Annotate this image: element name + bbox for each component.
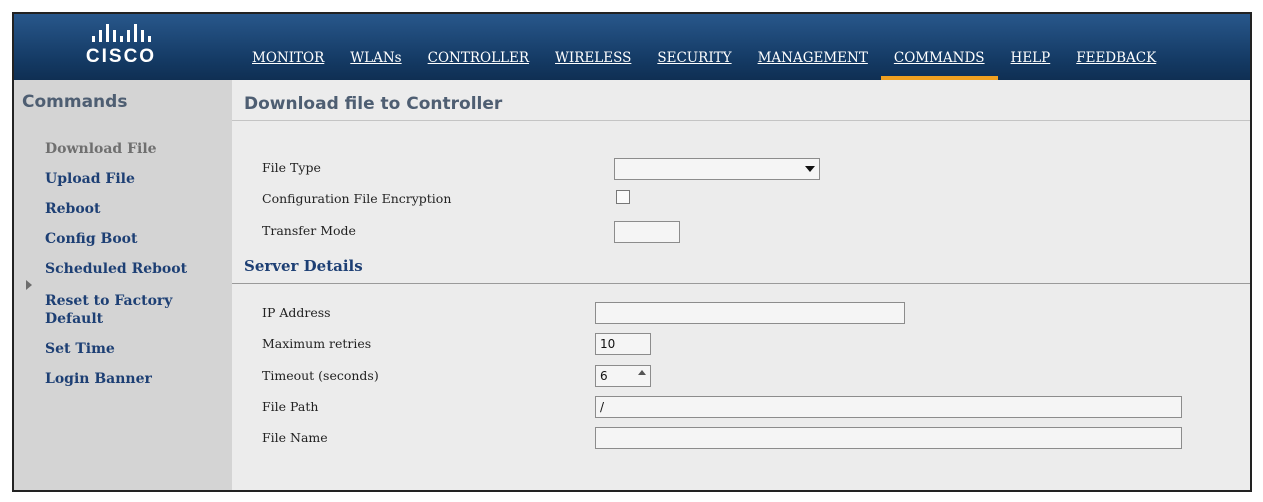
top-header: CISCO MONITOR WLANs CONTROLLER WIRELESS … — [14, 14, 1250, 80]
sidebar-title: Commands — [22, 92, 128, 112]
section-divider — [232, 283, 1250, 284]
sidebar-item-download-file[interactable]: Download File — [45, 140, 220, 158]
file-path-input[interactable]: / — [595, 396, 1182, 418]
max-retries-label: Maximum retries — [262, 336, 372, 351]
file-path-label: File Path — [262, 399, 319, 414]
file-name-label: File Name — [262, 430, 328, 445]
ip-address-input[interactable] — [595, 302, 905, 324]
sidebar: Commands Download File Upload File Reboo… — [14, 80, 232, 490]
spin-up-icon[interactable] — [638, 370, 646, 375]
cisco-logo[interactable]: CISCO — [76, 22, 166, 76]
config-encryption-checkbox[interactable] — [616, 190, 630, 204]
nav-wireless[interactable]: WIRELESS — [542, 48, 644, 80]
nav-security[interactable]: SECURITY — [644, 48, 744, 80]
chevron-down-icon — [805, 166, 815, 172]
title-divider — [232, 120, 1250, 121]
sidebar-item-login-banner[interactable]: Login Banner — [45, 370, 220, 388]
sidebar-item-reboot[interactable]: Reboot — [45, 200, 220, 218]
main-nav: MONITOR WLANs CONTROLLER WIRELESS SECURI… — [239, 48, 1169, 80]
app-window: CISCO MONITOR WLANs CONTROLLER WIRELESS … — [12, 12, 1252, 492]
sidebar-item-upload-file[interactable]: Upload File — [45, 170, 220, 188]
sidebar-item-scheduled-reboot[interactable]: Scheduled Reboot — [45, 260, 220, 278]
nav-wlans[interactable]: WLANs — [337, 48, 414, 80]
sidebar-item-set-time[interactable]: Set Time — [45, 340, 220, 358]
transfer-mode-select[interactable] — [614, 221, 680, 243]
file-type-label: File Type — [262, 160, 321, 175]
ip-address-label: IP Address — [262, 305, 331, 320]
cisco-bridge-logo-icon — [76, 22, 166, 42]
main-content: Download file to Controller File Type Co… — [232, 80, 1250, 490]
transfer-mode-label: Transfer Mode — [262, 223, 356, 238]
timeout-input[interactable]: 6 — [595, 365, 651, 387]
max-retries-input[interactable]: 10 — [595, 333, 651, 355]
nav-controller[interactable]: CONTROLLER — [415, 48, 542, 80]
file-type-select[interactable] — [614, 158, 820, 180]
sidebar-item-reset-factory-default[interactable]: Reset to Factory Default — [45, 292, 220, 328]
timeout-label: Timeout (seconds) — [262, 368, 379, 383]
nav-help[interactable]: HELP — [998, 48, 1064, 80]
server-details-heading: Server Details — [244, 257, 363, 275]
expand-arrow-icon[interactable] — [26, 280, 32, 290]
config-encryption-label: Configuration File Encryption — [262, 191, 452, 206]
nav-feedback[interactable]: FEEDBACK — [1063, 48, 1169, 80]
logo-text: CISCO — [85, 46, 157, 67]
nav-commands[interactable]: COMMANDS — [880, 48, 998, 80]
nav-management[interactable]: MANAGEMENT — [745, 48, 881, 80]
page-title: Download file to Controller — [244, 94, 503, 114]
timeout-value: 6 — [600, 369, 608, 383]
file-name-input[interactable] — [595, 427, 1182, 449]
nav-monitor[interactable]: MONITOR — [239, 48, 337, 80]
sidebar-item-config-boot[interactable]: Config Boot — [45, 230, 220, 248]
